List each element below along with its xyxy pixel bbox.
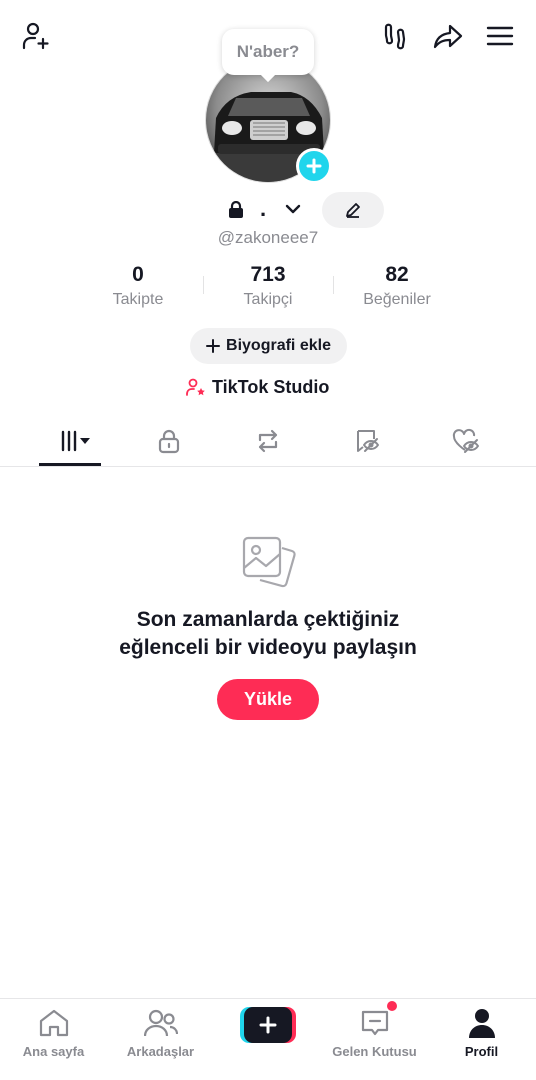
stat-divider [333, 276, 334, 294]
share-icon[interactable] [432, 20, 464, 52]
add-bio-button[interactable]: Biyografi ekle [190, 328, 347, 364]
bookmark-hidden-icon [357, 430, 379, 452]
following-count: 0 [132, 263, 144, 286]
home-icon [39, 1009, 68, 1037]
plus-icon [306, 158, 322, 174]
repost-icon [258, 429, 278, 453]
tiktok-studio-link[interactable]: TikTok Studio [186, 375, 329, 399]
upload-button[interactable]: Yükle [217, 679, 319, 720]
nav-profile[interactable]: Profil [428, 1000, 535, 1080]
account-switch-chevron-icon[interactable] [284, 203, 302, 215]
stat-divider [203, 276, 204, 294]
nav-create[interactable] [214, 1000, 321, 1080]
tab-favorites[interactable] [338, 424, 398, 458]
tabs-bottom-border [0, 466, 536, 467]
likes-count: 82 [385, 263, 409, 286]
lock-icon [228, 201, 244, 219]
grid-columns-icon [61, 430, 90, 452]
plus-icon [206, 339, 221, 353]
stat-followers[interactable]: 713 Takipçi [208, 262, 328, 311]
add-friend-icon[interactable] [20, 20, 52, 52]
upload-label: Yükle [243, 689, 293, 709]
likes-label: Beğeniler [363, 291, 431, 308]
nav-inbox[interactable]: Gelen Kutusu [321, 1000, 428, 1080]
nav-friends-label: Arkadaşlar [126, 1044, 195, 1059]
nav-home[interactable]: Ana sayfa [0, 1000, 107, 1080]
display-name[interactable]: . [260, 196, 266, 222]
add-bio-label: Biyografi ekle [226, 337, 331, 354]
tab-reposts[interactable] [238, 424, 298, 458]
heart-hidden-icon [452, 428, 479, 453]
username: @zakoneee7 [217, 228, 319, 247]
inbox-icon [361, 1010, 388, 1036]
photos-placeholder-icon [238, 532, 298, 592]
create-plus-icon [239, 1007, 296, 1043]
nav-inbox-label: Gelen Kutusu [332, 1044, 417, 1059]
empty-state-line2: eğlenceli bir videoyu paylaşın [119, 636, 417, 659]
status-bubble-text: N'aber? [236, 42, 300, 61]
empty-state-title: Son zamanlarda çektiğiniz eğlenceli bir … [0, 606, 536, 662]
nav-friends[interactable]: Arkadaşlar [107, 1000, 214, 1080]
studio-person-star-icon [186, 378, 205, 396]
nav-profile-label: Profil [464, 1044, 499, 1059]
friends-icon [143, 1009, 178, 1037]
tab-private[interactable] [139, 424, 199, 458]
followers-count: 713 [250, 263, 286, 286]
inbox-notification-dot [387, 1001, 397, 1011]
stat-following[interactable]: 0 Takipte [78, 262, 198, 311]
studio-label: TikTok Studio [212, 376, 330, 397]
lock-icon [158, 429, 180, 454]
tab-liked[interactable] [436, 424, 496, 458]
following-label: Takipte [112, 291, 164, 308]
stat-likes[interactable]: 82 Beğeniler [337, 262, 457, 311]
tab-videos[interactable] [40, 424, 100, 458]
menu-icon[interactable] [484, 20, 516, 52]
nav-home-label: Ana sayfa [22, 1044, 85, 1059]
footprints-icon[interactable] [380, 20, 412, 52]
pencil-icon [346, 203, 360, 218]
followers-label: Takipçi [243, 291, 293, 308]
bottom-nav-border [0, 998, 536, 999]
edit-profile-button[interactable] [322, 192, 384, 228]
empty-state-line1: Son zamanlarda çektiğiniz [136, 608, 400, 631]
profile-icon [468, 1009, 495, 1038]
add-avatar-button[interactable] [296, 148, 332, 184]
